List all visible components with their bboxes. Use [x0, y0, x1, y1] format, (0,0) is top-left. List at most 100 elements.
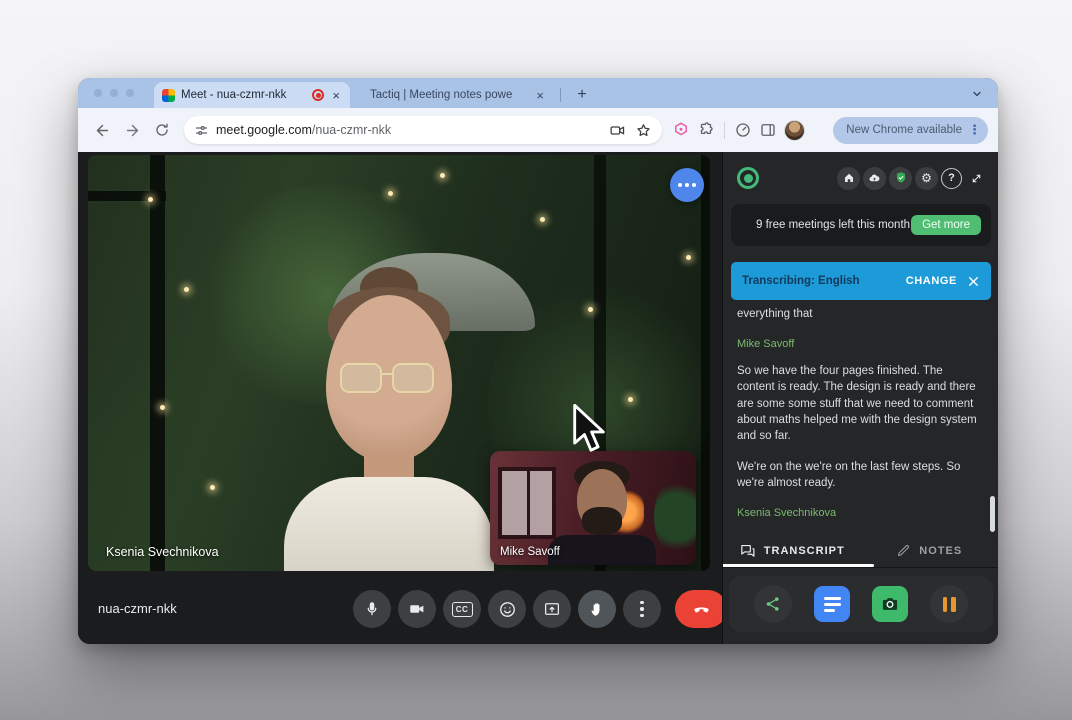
present-screen-button[interactable] [533, 590, 571, 628]
shield-check-button[interactable] [889, 166, 912, 190]
string-light [148, 197, 153, 202]
desktop-background: Meet - nua-czmr-nkk × Tactiq | Meeting n… [0, 0, 1072, 720]
raise-hand-icon [591, 603, 600, 616]
end-call-button[interactable] [675, 590, 727, 628]
url-text[interactable]: meet.google.com/nua-czmr-nkk [216, 123, 391, 137]
speaker-name: Ksenia Svechnikova [737, 507, 837, 520]
performance-icon[interactable] [734, 121, 752, 139]
tab-transcript[interactable]: TRANSCRIPT [723, 534, 861, 567]
close-icon[interactable] [967, 275, 980, 288]
window-frame [88, 191, 166, 201]
cloud-upload-button[interactable] [863, 166, 886, 190]
reload-button[interactable] [148, 116, 176, 144]
window-frame [701, 155, 710, 571]
tab-search-chevron-icon[interactable] [966, 83, 988, 105]
glasses-lens [340, 363, 382, 393]
tactiq-tabs: TRANSCRIPT NOTES [723, 534, 998, 568]
glasses-bridge [380, 373, 394, 375]
transcript-line: We're on the we're on the last few steps… [737, 460, 961, 489]
site-info-icon[interactable] [194, 123, 209, 138]
minimize-window-icon[interactable] [110, 89, 118, 97]
back-button[interactable] [88, 116, 116, 144]
tab-tactiq[interactable]: Tactiq | Meeting notes powe × [362, 82, 554, 108]
new-tab-button[interactable]: + [570, 83, 594, 107]
bookmark-star-icon[interactable] [635, 122, 652, 139]
glasses-lens [392, 363, 434, 393]
popout-button[interactable] [965, 167, 988, 190]
extensions-puzzle-icon[interactable] [697, 121, 715, 139]
pause-icon [942, 596, 956, 612]
window-frame [150, 155, 165, 571]
url-bar[interactable]: meet.google.com/nua-czmr-nkk [184, 116, 662, 144]
pencil-icon [898, 544, 910, 557]
page-content: Ksenia Svechnikova Mike Savoff nua-czmr-… [78, 152, 998, 644]
overflow-menu-icon[interactable]: ⋮ [968, 122, 981, 138]
meeting-code: nua-czmr-nkk [98, 601, 177, 616]
present-screen-icon [544, 603, 560, 615]
speaker-name: Mike Savoff [737, 338, 795, 351]
main-video-tile[interactable]: Ksenia Svechnikova Mike Savoff [88, 155, 710, 571]
transcript-line: everything that [737, 308, 813, 320]
tab-meet[interactable]: Meet - nua-czmr-nkk × [154, 82, 350, 108]
screenshot-button[interactable] [872, 586, 908, 622]
mouse-cursor [570, 403, 608, 461]
tactiq-logo-icon [737, 167, 759, 189]
pip-name-label: Mike Savoff [500, 546, 560, 558]
string-light [440, 173, 445, 178]
extensions-area [672, 119, 805, 141]
home-button[interactable] [837, 166, 860, 190]
tab-close-icon[interactable]: × [330, 89, 342, 102]
share-icon [766, 597, 779, 611]
forward-arrow-icon [126, 124, 138, 136]
raise-hand-button[interactable] [578, 590, 616, 628]
camera-button[interactable] [398, 590, 436, 628]
tab-notes-label: NOTES [919, 544, 963, 557]
shield-check-icon [896, 172, 905, 183]
close-window-icon[interactable] [94, 89, 102, 97]
microphone-button[interactable] [353, 590, 391, 628]
zoom-window-icon[interactable] [126, 89, 134, 97]
microphone-icon [367, 602, 377, 616]
participant-name-label: Ksenia Svechnikova [106, 545, 219, 559]
tactiq-header: ⚙ ? [723, 164, 998, 192]
share-button[interactable] [754, 585, 792, 623]
browser-toolbar: meet.google.com/nua-czmr-nkk New Chrome … [78, 108, 998, 152]
tab-close-icon[interactable]: × [534, 89, 546, 102]
side-panel-icon[interactable] [759, 121, 777, 139]
pip-video-tile[interactable]: Mike Savoff [490, 451, 696, 565]
extension-pink-icon[interactable] [672, 121, 690, 139]
pip-participant-body [548, 535, 656, 565]
settings-button[interactable]: ⚙ [915, 166, 938, 190]
help-icon: ? [948, 172, 955, 184]
pip-participant-beard [582, 507, 622, 535]
profile-avatar[interactable] [784, 119, 805, 141]
transcript-feed[interactable]: everything that Mike Savoff So we have t… [737, 304, 982, 526]
captions-button[interactable]: CC [443, 590, 481, 628]
open-doc-button[interactable] [814, 586, 850, 622]
tab-title: Meet - nua-czmr-nkk [181, 89, 287, 101]
pip-window [498, 467, 556, 539]
free-meetings-banner: 9 free meetings left this month Get more [731, 204, 991, 246]
string-light [540, 217, 545, 222]
scrollbar-thumb[interactable] [990, 496, 995, 532]
tab-notes[interactable]: NOTES [861, 534, 999, 567]
reactions-button[interactable] [488, 590, 526, 628]
meet-controls: CC [353, 590, 727, 628]
tactiq-panel: ⚙ ? 9 free meetings left this month Get … [722, 152, 998, 644]
tab-capture-camera-icon[interactable] [609, 122, 626, 139]
pause-button[interactable] [930, 585, 968, 623]
window-controls[interactable] [94, 89, 134, 97]
chat-dots-badge-icon[interactable] [670, 168, 704, 202]
foliage-shadow [88, 355, 248, 571]
forward-button[interactable] [118, 116, 146, 144]
browser-window: Meet - nua-czmr-nkk × Tactiq | Meeting n… [78, 78, 998, 644]
cloud-upload-icon [869, 174, 880, 181]
meet-main-area: Ksenia Svechnikova Mike Savoff nua-czmr-… [78, 152, 727, 644]
doc-icon [823, 596, 841, 600]
help-button[interactable]: ? [941, 167, 962, 189]
get-more-button[interactable]: Get more [911, 215, 981, 235]
more-options-button[interactable] [623, 590, 661, 628]
home-icon [844, 173, 853, 182]
chrome-update-pill[interactable]: New Chrome available ⋮ [833, 116, 988, 144]
change-language-button[interactable]: CHANGE [906, 275, 957, 287]
